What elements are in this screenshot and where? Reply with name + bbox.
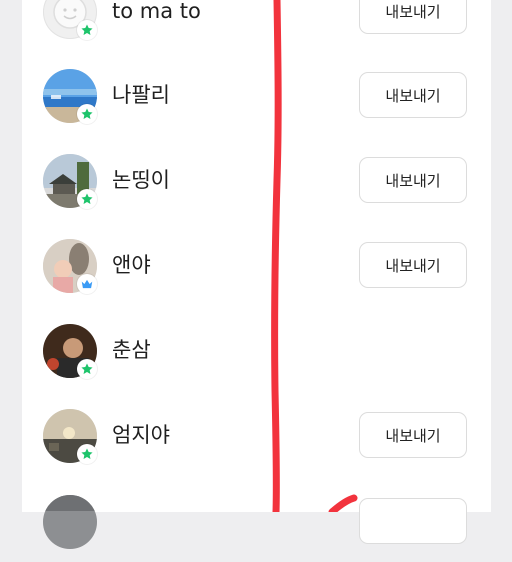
- friend-row[interactable]: 엄지야 내보내기: [22, 396, 491, 476]
- friend-row[interactable]: 나팔리 내보내기: [22, 56, 491, 136]
- star-badge-icon: [77, 359, 97, 379]
- star-badge-icon: [77, 104, 97, 124]
- friend-name: 춘삼: [112, 338, 151, 362]
- friend-row[interactable]: 논띵이 내보내기: [22, 141, 491, 221]
- friend-name: 나팔리: [112, 83, 170, 107]
- avatar[interactable]: [43, 495, 97, 549]
- export-button[interactable]: 내보내기: [359, 157, 467, 203]
- star-badge-icon: [77, 20, 97, 40]
- export-button[interactable]: [359, 498, 467, 544]
- friend-row[interactable]: to ma to 내보내기: [22, 0, 491, 52]
- friend-name: 엄지야: [112, 423, 170, 447]
- friend-row[interactable]: 앤야 내보내기: [22, 226, 491, 306]
- crown-badge-icon: [77, 274, 97, 294]
- friend-name: 앤야: [112, 253, 151, 277]
- export-button[interactable]: 내보내기: [359, 0, 467, 34]
- star-badge-icon: [77, 444, 97, 464]
- friend-list: to ma to 내보내기 나팔리 내보내기 논띵이 내보내기 앤야 내보내기 …: [22, 0, 491, 549]
- friend-row[interactable]: 춘삼: [22, 311, 491, 391]
- friend-row[interactable]: [22, 482, 491, 562]
- friend-name: 논띵이: [112, 168, 170, 192]
- export-button[interactable]: 내보내기: [359, 242, 467, 288]
- friend-name: to ma to: [112, 0, 201, 23]
- star-badge-icon: [77, 189, 97, 209]
- export-button[interactable]: 내보내기: [359, 72, 467, 118]
- export-button[interactable]: 내보내기: [359, 412, 467, 458]
